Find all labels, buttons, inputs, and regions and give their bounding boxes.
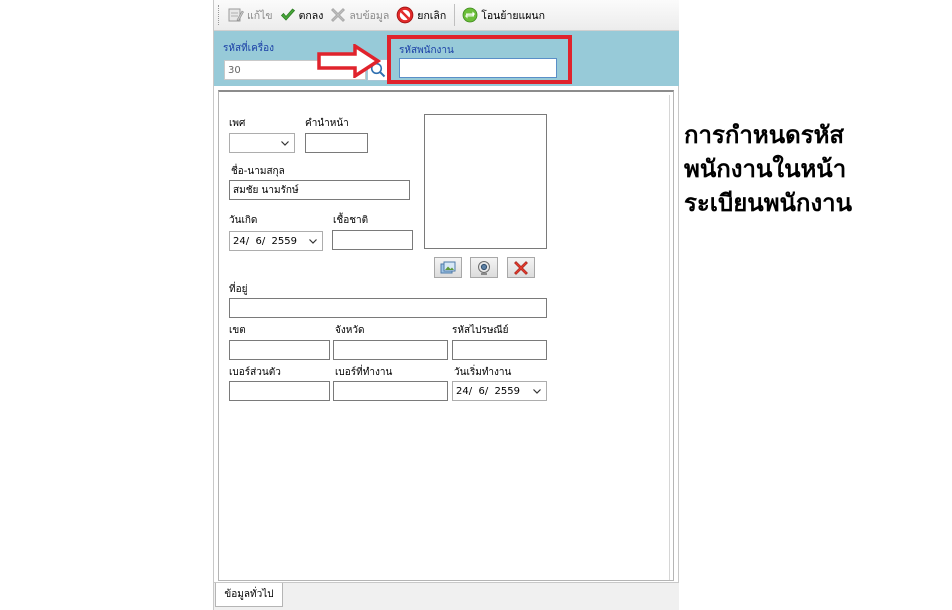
- no-entry-icon: [396, 6, 414, 24]
- check-icon: [280, 8, 295, 21]
- start-date-label: วันเริ่มทำงาน: [454, 367, 512, 378]
- webcam-icon: [478, 260, 490, 275]
- panel-scroll-edge: [669, 95, 670, 580]
- nationality-label: เชื้อชาติ: [333, 215, 369, 226]
- prefix-input[interactable]: [305, 133, 368, 153]
- ok-button[interactable]: ตกลง: [277, 3, 327, 27]
- chevron-down-icon: [309, 239, 317, 244]
- toolbar-grip[interactable]: [218, 5, 221, 25]
- edit-icon: [228, 8, 244, 22]
- transfer-label: โอนย้ายแผนก: [481, 9, 545, 22]
- nationality-input[interactable]: [332, 230, 413, 250]
- mobile-label: เบอร์ส่วนตัว: [229, 367, 281, 378]
- province-input[interactable]: [333, 340, 448, 360]
- caption-line-3: ระเบียนพนักงาน: [684, 189, 853, 217]
- annotation-highlight-box: [387, 35, 572, 84]
- start-date-picker[interactable]: 24/ 6/ 2559: [452, 381, 547, 401]
- annotation-arrow-icon: [317, 44, 381, 78]
- remove-photo-button[interactable]: [507, 257, 535, 278]
- transfer-department-button[interactable]: โอนย้ายแผนก: [459, 3, 548, 27]
- birthdate-value: 24/ 6/ 2559: [233, 235, 297, 247]
- tab-general-info-label: ข้อมูลทั่วไป: [224, 589, 274, 600]
- gender-label: เพศ: [229, 118, 246, 129]
- prefix-label: คำนำหน้า: [305, 118, 349, 129]
- gender-select[interactable]: [229, 133, 295, 153]
- district-label: เขต: [229, 325, 246, 336]
- address-label: ที่อยู่: [229, 284, 248, 295]
- birthdate-label: วันเกิด: [229, 215, 258, 226]
- employee-photo-box: [424, 114, 547, 249]
- delete-label: ลบข้อมูล: [349, 9, 390, 22]
- fullname-input[interactable]: [229, 180, 410, 200]
- ok-label: ตกลง: [298, 9, 324, 22]
- delete-x-icon: [331, 8, 346, 22]
- edit-label: แก้ไข: [247, 9, 273, 22]
- employee-record-window: แก้ไข ตกลง ลบข้อมูล ยกเลิก โอนย้ายแผนก ร…: [213, 0, 679, 610]
- postcode-input[interactable]: [452, 340, 547, 360]
- caption-line-1: การกำหนดรหัส: [684, 121, 845, 149]
- address-input[interactable]: [229, 298, 547, 318]
- chevron-down-icon: [281, 141, 289, 146]
- machine-code-label: รหัสที่เครื่อง: [223, 43, 275, 54]
- gallery-icon: [440, 261, 456, 273]
- general-info-panel: เพศ คำนำหน้า ชื่อ-นามสกุล วันเกิด 24/ 6/…: [218, 90, 674, 581]
- cancel-label: ยกเลิก: [417, 9, 447, 22]
- postcode-label: รหัสไปรษณีย์: [452, 325, 509, 336]
- toolbar-separator: [454, 4, 456, 26]
- cancel-button[interactable]: ยกเลิก: [393, 3, 449, 27]
- work-phone-input[interactable]: [333, 381, 448, 401]
- transfer-icon: [462, 7, 478, 23]
- start-date-value: 24/ 6/ 2559: [456, 385, 520, 397]
- remove-x-icon: [514, 260, 528, 275]
- fullname-label: ชื่อ-นามสกุล: [231, 166, 285, 177]
- webcam-button[interactable]: [470, 257, 498, 278]
- annotation-caption: การกำหนดรหัส พนักงานในหน้า ระเบียนพนักงา…: [684, 118, 944, 220]
- chevron-down-icon: [533, 389, 541, 394]
- province-label: จังหวัด: [335, 325, 365, 336]
- browse-photo-button[interactable]: [434, 257, 462, 278]
- toolbar: แก้ไข ตกลง ลบข้อมูล ยกเลิก โอนย้ายแผนก: [214, 0, 679, 31]
- tab-bar: ข้อมูลทั่วไป: [214, 582, 679, 610]
- edit-button[interactable]: แก้ไข: [225, 3, 276, 27]
- tab-general-info[interactable]: ข้อมูลทั่วไป: [215, 583, 283, 607]
- delete-button[interactable]: ลบข้อมูล: [327, 3, 392, 27]
- work-phone-label: เบอร์ที่ทำงาน: [335, 367, 393, 378]
- mobile-input[interactable]: [229, 381, 330, 401]
- district-input[interactable]: [229, 340, 330, 360]
- birthdate-picker[interactable]: 24/ 6/ 2559: [229, 231, 323, 251]
- caption-line-2: พนักงานในหน้า: [684, 155, 847, 183]
